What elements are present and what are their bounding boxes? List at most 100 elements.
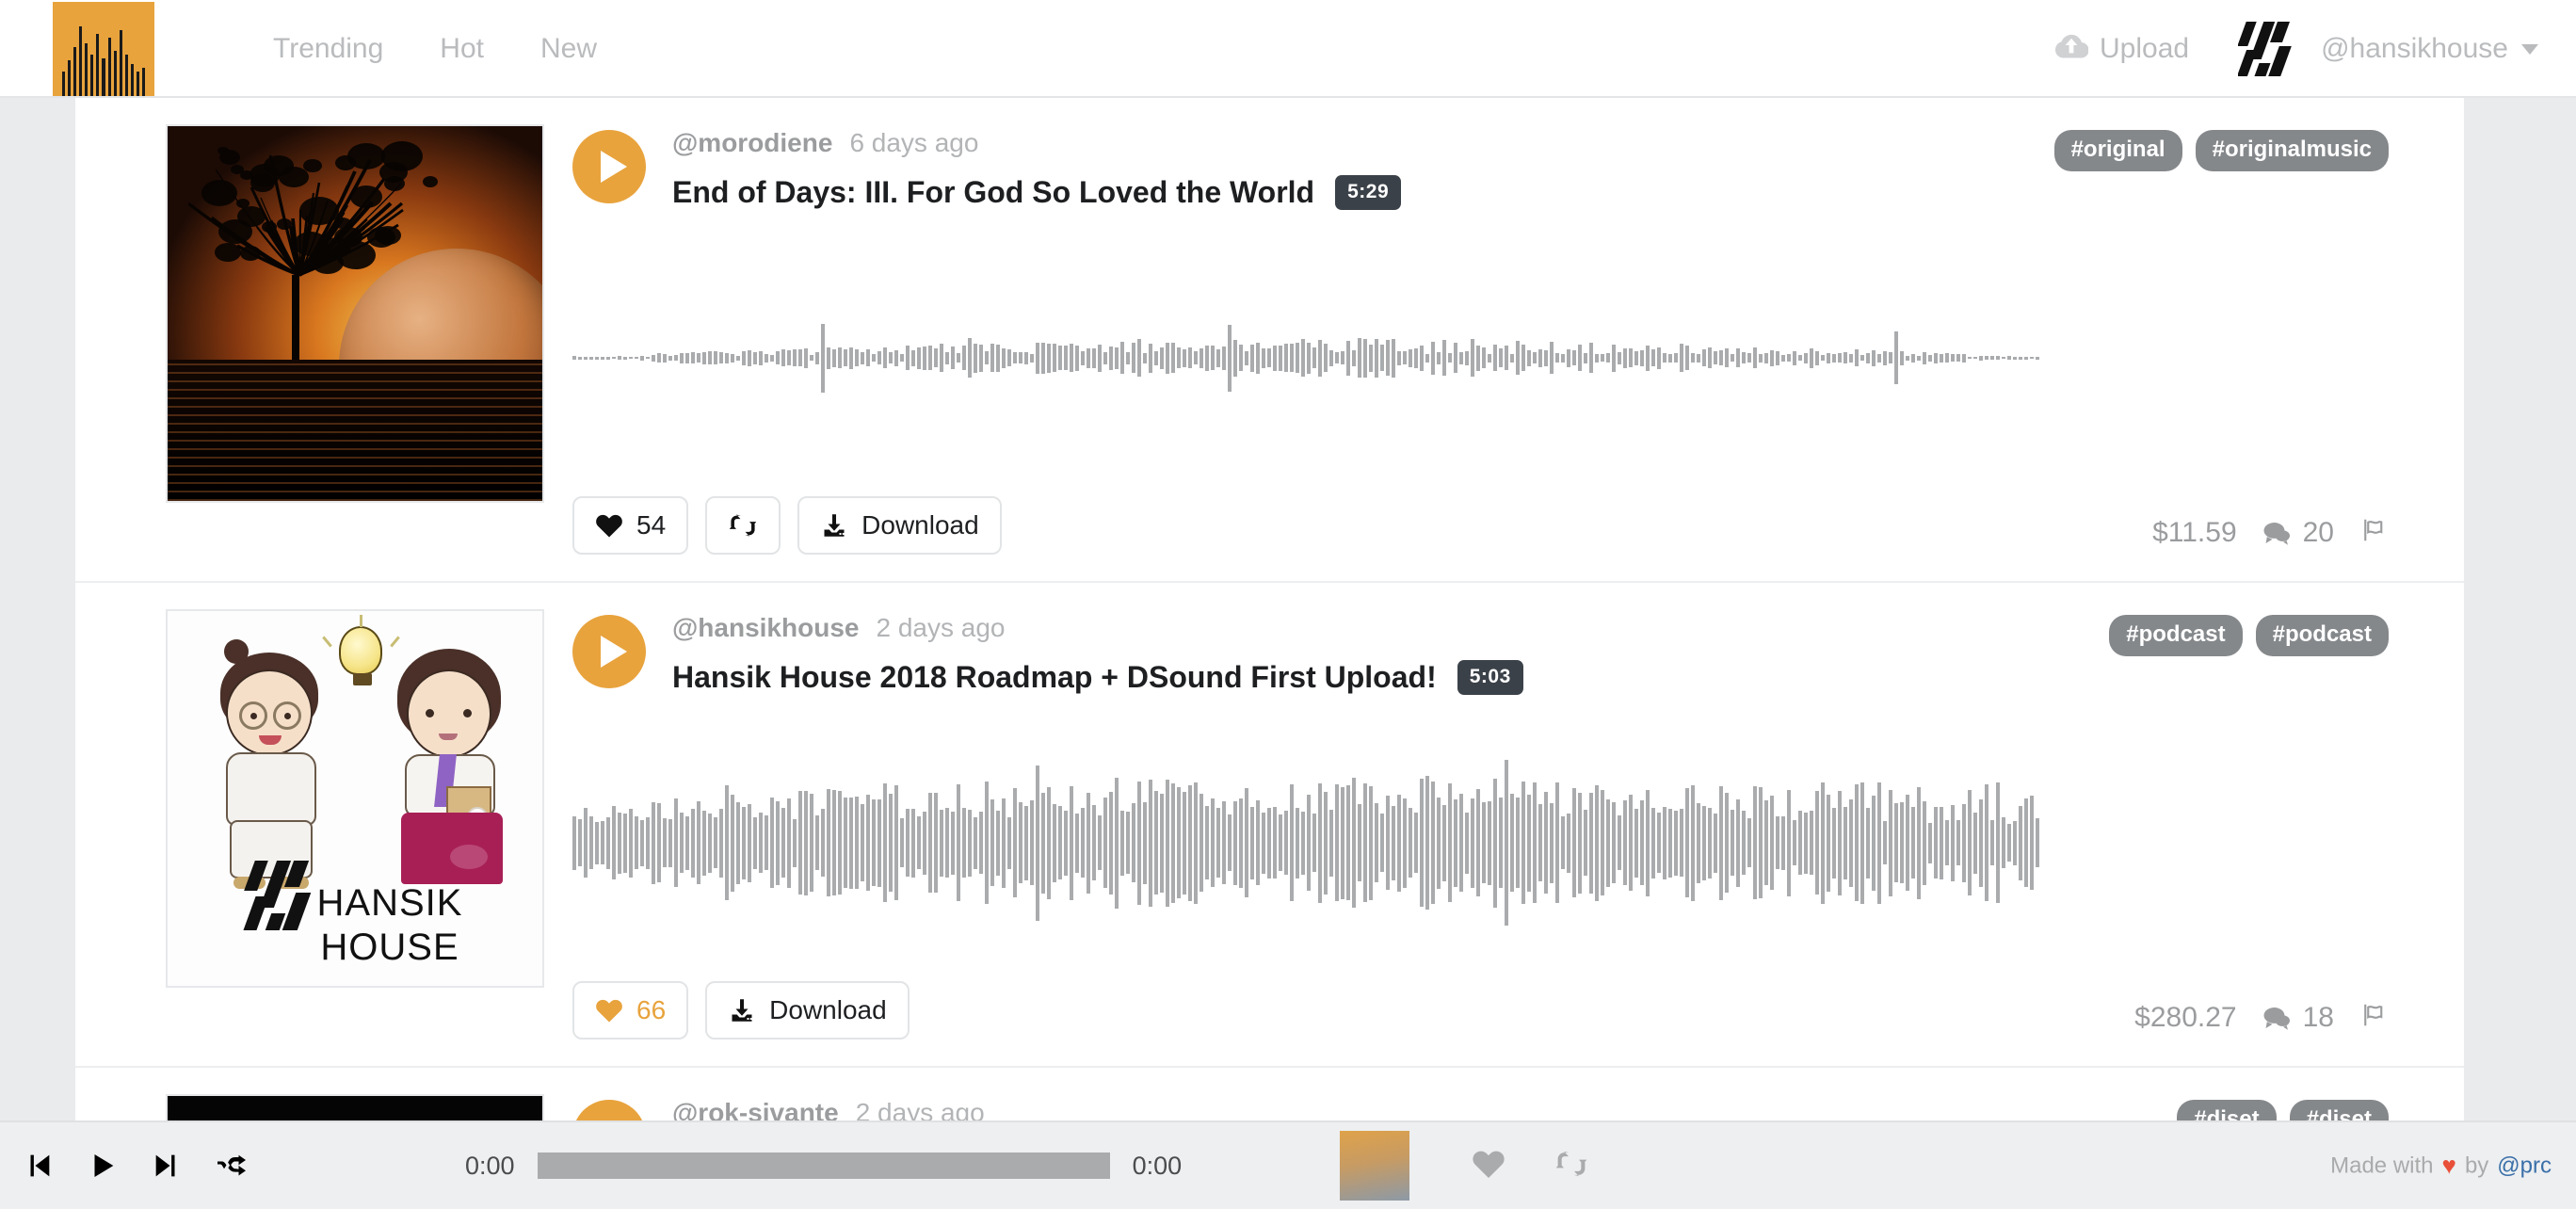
waveform-bar (595, 356, 599, 360)
waveform-bar (2002, 817, 2005, 868)
player-track-thumbnail[interactable] (1340, 1131, 1410, 1201)
track-title[interactable]: Hansik House 2018 Roadmap + DSound First… (672, 660, 1437, 695)
download-button[interactable]: Download (797, 496, 1002, 555)
waveform-bar (894, 785, 898, 900)
nav-item-hot[interactable]: Hot (440, 33, 484, 65)
waveform-bar (1279, 345, 1282, 371)
waveform-bar (1928, 354, 1932, 362)
waveform-bar (1284, 811, 1288, 875)
waveform-bar (804, 790, 808, 895)
waveform-bar (1951, 354, 1955, 362)
waveform-bar (1075, 345, 1079, 371)
waveform-bar (1759, 353, 1763, 363)
waveform-bar (1098, 815, 1102, 870)
track-artwork[interactable] (166, 124, 544, 503)
waveform-bar (2024, 356, 2028, 360)
waveform-bar (1414, 347, 1418, 368)
waveform-bar (1855, 349, 1859, 366)
waveform-bar (1685, 346, 1689, 370)
waveform-bar (1781, 815, 1785, 870)
track-artwork[interactable]: HANSIK HOUSE (166, 609, 544, 988)
waveform-bar (1183, 348, 1186, 367)
footer-author-link[interactable]: @prc (2497, 1153, 2552, 1179)
waveform-bar (1346, 785, 1350, 900)
hansikhouse-avatar[interactable] (2238, 20, 2296, 78)
waveform-bar (1064, 346, 1068, 370)
waveform-bar (1832, 807, 1836, 879)
waveform-bar (697, 801, 700, 884)
waveform-bar (962, 346, 966, 370)
tag-pill[interactable]: #podcast (2109, 615, 2243, 656)
waveform[interactable] (572, 259, 2389, 457)
waveform-bar (1510, 794, 1514, 892)
player-resteem-icon[interactable] (1554, 1149, 1588, 1184)
waveform-bar (1471, 339, 1474, 377)
waveform-bar (1386, 340, 1390, 376)
waveform-bar (781, 808, 785, 878)
waveform-bar (855, 349, 859, 366)
play-icon[interactable] (87, 1149, 119, 1183)
waveform-bar (889, 794, 893, 892)
download-button[interactable]: Download (705, 981, 910, 1040)
player-heart-icon[interactable] (1472, 1148, 1505, 1185)
waveform-bar (1262, 347, 1265, 368)
artwork-water (168, 360, 542, 501)
like-button[interactable]: 66 (572, 981, 689, 1040)
waveform-bar (1668, 353, 1672, 363)
waveform-bar (1380, 345, 1384, 371)
comment-count[interactable]: 18 (2262, 1002, 2334, 1034)
waveform-bar (1002, 347, 1006, 368)
tag-pill[interactable]: #original (2053, 130, 2182, 171)
waveform-bar (1019, 802, 1022, 883)
waveform-bar (572, 815, 576, 870)
waveform-bar (1070, 344, 1073, 372)
resteem-button[interactable] (705, 496, 781, 555)
waveform-bar (1318, 339, 1322, 377)
upload-button[interactable]: Upload (2054, 30, 2189, 68)
track-stats: $11.59 20 (2152, 516, 2389, 549)
waveform-bar (753, 816, 757, 869)
waveform-bar (629, 808, 633, 878)
waveform[interactable] (572, 744, 2389, 942)
flag-icon[interactable] (2359, 1001, 2389, 1034)
waveform-bar (787, 350, 791, 365)
waveform-bar (1872, 349, 1876, 366)
waveform-bar (1996, 782, 2000, 903)
waveform-bar (770, 798, 774, 888)
track-author[interactable]: @hansikhouse (672, 613, 859, 643)
waveform-bar (798, 791, 802, 895)
waveform-bar (1544, 792, 1548, 894)
waveform-bar (1403, 351, 1407, 364)
play-button[interactable] (572, 615, 646, 688)
flag-icon[interactable] (2359, 516, 2389, 549)
waveform-bar (1154, 350, 1158, 365)
dsound-logo[interactable] (53, 2, 154, 96)
waveform-bar (1860, 355, 1864, 361)
like-button[interactable]: 54 (572, 496, 689, 555)
track-title[interactable]: End of Days: III. For God So Loved the W… (672, 175, 1314, 210)
waveform-bar (900, 354, 904, 362)
track-author[interactable]: @morodiene (672, 128, 832, 158)
shuffle-icon[interactable] (215, 1149, 249, 1183)
waveform-bar (1250, 344, 1254, 372)
waveform-bar (1651, 807, 1655, 879)
skip-previous-icon[interactable] (23, 1149, 55, 1183)
waveform-bar (1352, 778, 1356, 908)
nav-item-new[interactable]: New (540, 33, 597, 65)
player-progress-bar[interactable] (537, 1153, 1110, 1179)
waveform-bar (578, 819, 582, 866)
waveform-bar (1979, 355, 1983, 361)
user-menu[interactable]: @hansikhouse (2321, 33, 2538, 65)
waveform-bar (1160, 793, 1164, 893)
waveform-bar (1318, 782, 1322, 903)
nav-item-trending[interactable]: Trending (273, 33, 383, 65)
waveform-bar (1290, 344, 1294, 372)
tag-pill[interactable]: #originalmusic (2195, 130, 2389, 171)
play-button[interactable] (572, 130, 646, 203)
comment-count[interactable]: 20 (2262, 517, 2334, 549)
skip-next-icon[interactable] (151, 1149, 183, 1183)
waveform-bar (1324, 344, 1328, 372)
waveform-bar (1810, 811, 1813, 875)
waveform-bar (2002, 357, 2005, 359)
tag-pill[interactable]: #podcast (2255, 615, 2389, 656)
